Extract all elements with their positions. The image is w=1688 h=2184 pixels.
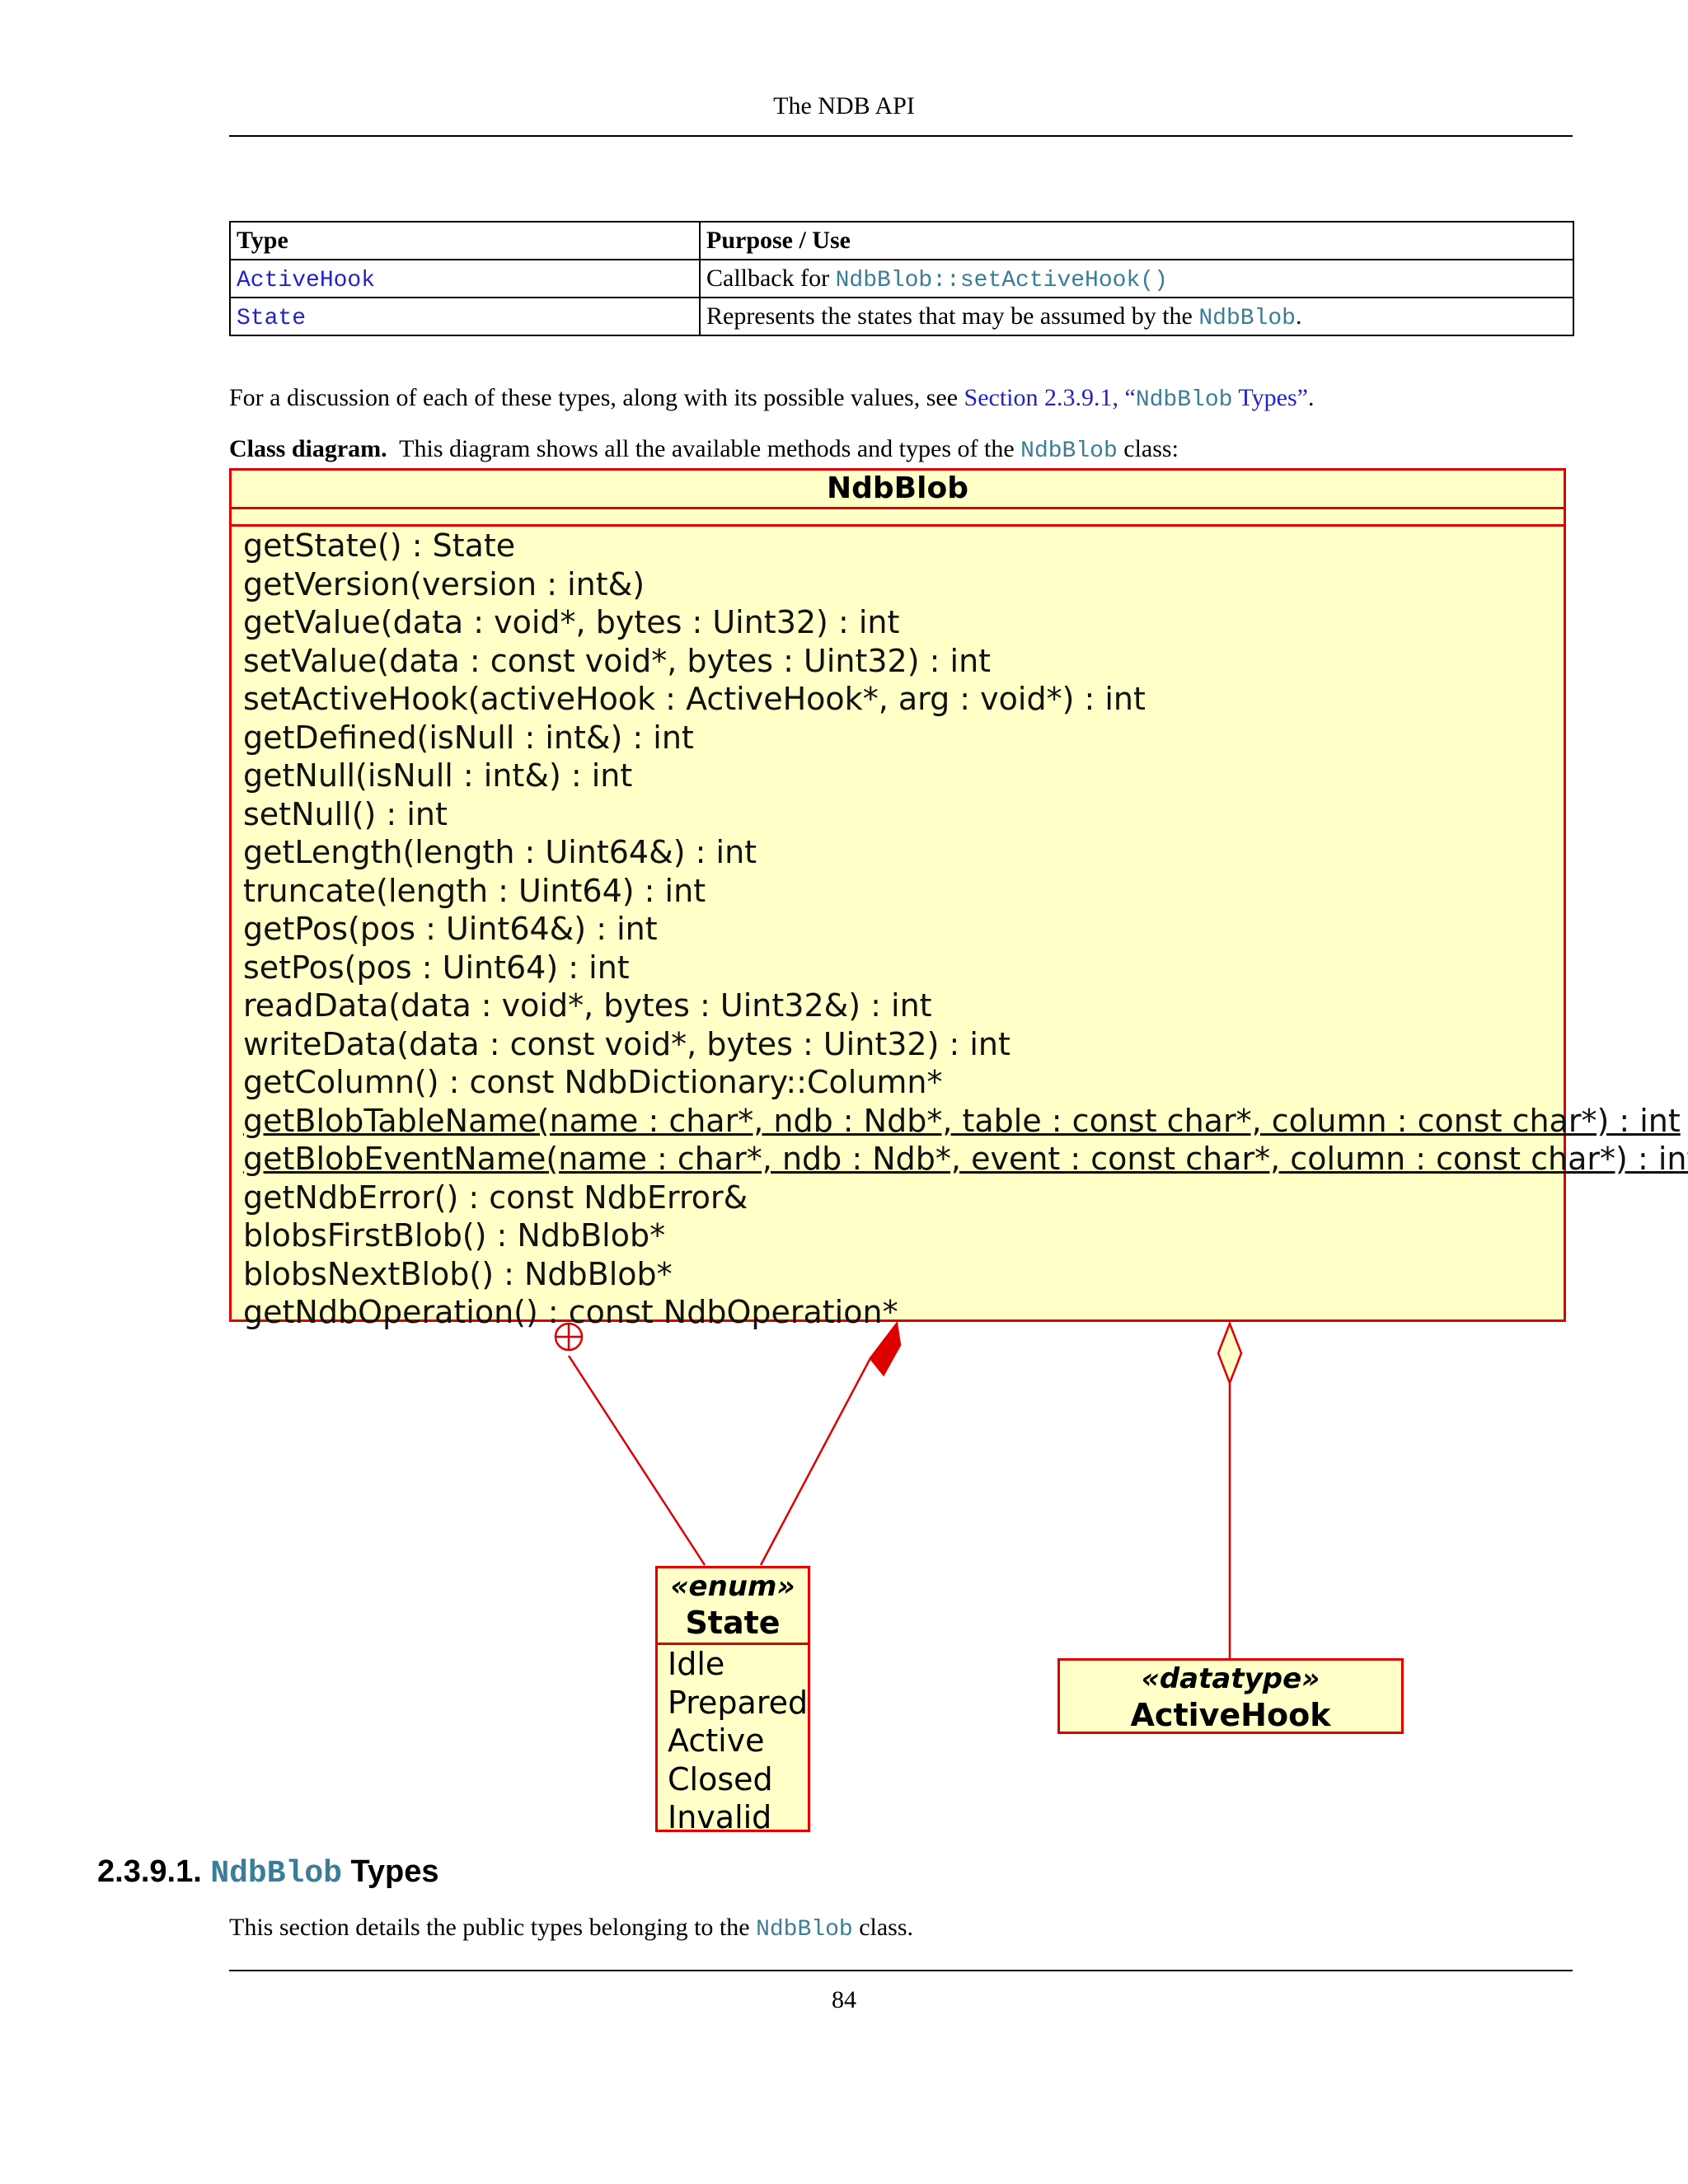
uml-method: setPos(pos : Uint64) : int (243, 949, 630, 986)
section-heading-code: NdbBlob (210, 1856, 342, 1891)
class-diagram-caption: Class diagram. This diagram shows all th… (229, 435, 1179, 464)
section-body: This section details the public types be… (229, 1914, 913, 1943)
table-header-purpose: Purpose / Use (699, 221, 1574, 260)
types-table: Type Purpose / Use ActiveHook Callback f… (229, 221, 1574, 336)
discussion-tail: . (1307, 384, 1315, 411)
section-body-text: This section details the public types be… (229, 1914, 757, 1941)
enum-name: State (685, 1605, 781, 1641)
uml-datatype-activehook: «datatype» ActiveHook (1057, 1658, 1404, 1734)
uml-method: getNull(isNull : int&) : int (243, 757, 633, 794)
uml-enum-state: «enum» State Idle Prepared Active Closed Inv… (655, 1566, 810, 1835)
uml-enum-head: «enum» State (658, 1568, 808, 1645)
section-link[interactable]: Section 2.3.9.1, “NdbBlob Types” (964, 384, 1308, 413)
uml-method: setValue(data : const void*, bytes : Uin… (243, 642, 992, 679)
table-header-row: Type Purpose / Use (229, 221, 1574, 260)
uml-method: setNull() : int (243, 795, 448, 832)
uml-enum-values: Idle Prepared Active Closed Invalid (658, 1645, 808, 1837)
footer-rule (229, 1970, 1573, 1971)
uml-methods-compartment: getState() : State getVersion(version : i… (232, 527, 1688, 1332)
uml-method: getBlobEventName(name : char*, ndb : Ndb… (243, 1141, 1688, 1177)
uml-method: getValue(data : void*, bytes : Uint32) :… (243, 604, 900, 640)
uml-method: getDefined(isNull : int&) : int (243, 719, 694, 756)
uml-class-ndbblob: NdbBlob getState() : State getVersion(ver… (229, 468, 1688, 1330)
enum-value: Idle (668, 1646, 725, 1682)
uml-method: getNdbOperation() : const NdbOperation* (243, 1294, 898, 1330)
type-link-activehook[interactable]: ActiveHook (237, 268, 375, 293)
enum-value: Closed (668, 1760, 773, 1797)
section-link-label: Section 2.3.9.1, “ (964, 384, 1136, 411)
uml-method: blobsFirstBlob() : NdbBlob* (243, 1217, 666, 1254)
table-header-type: Type (229, 221, 701, 260)
table-cell-type: State (229, 297, 701, 336)
uml-method: getState() : State (243, 527, 516, 564)
caption-code: NdbBlob (1020, 438, 1118, 464)
purpose-text: Callback for (706, 264, 836, 292)
section-number: 2.3.9.1. (97, 1854, 202, 1889)
aggregation-diamond-icon (1217, 1320, 1243, 1386)
table-cell-type: ActiveHook (229, 259, 701, 298)
section-heading: 2.3.9.1. NdbBlob Types (97, 1854, 439, 1891)
header-rule (229, 135, 1573, 137)
section-body-code: NdbBlob (756, 1917, 853, 1943)
caption-label: Class diagram. (229, 435, 387, 462)
connector-line (759, 1357, 872, 1566)
table-cell-purpose: Callback for NdbBlob::setActiveHook() (699, 259, 1574, 298)
table-row: State Represents the states that may be … (229, 297, 1574, 336)
uml-method: getBlobTableName(name : char*, ndb : Ndb… (243, 1102, 1681, 1139)
uml-method: truncate(length : Uint64) : int (243, 872, 706, 909)
enum-value: Prepared (668, 1684, 809, 1721)
uml-method: getColumn() : const NdbDictionary::Colum… (243, 1064, 943, 1100)
purpose-code-link[interactable]: NdbBlob::setActiveHook() (836, 268, 1168, 293)
uml-method: getLength(length : Uint64&) : int (243, 834, 757, 870)
uml-method: getVersion(version : int&) (243, 565, 645, 602)
section-link-end: Types” (1232, 384, 1308, 411)
caption-text: This diagram shows all the available met… (399, 435, 1021, 462)
uml-method: getNdbError() : const NdbError& (243, 1179, 748, 1216)
uml-method: writeData(data : const void*, bytes : Ui… (243, 1025, 1010, 1062)
discussion-text: For a discussion of each of these types,… (229, 384, 964, 411)
purpose-code: NdbBlob (1198, 305, 1296, 331)
purpose-text: Represents the states that may be assume… (706, 302, 1199, 330)
section-body-tail: class. (852, 1914, 914, 1941)
table-cell-purpose: Represents the states that may be assume… (699, 297, 1574, 336)
purpose-tail: . (1295, 302, 1302, 330)
discussion-paragraph: For a discussion of each of these types,… (229, 384, 1314, 413)
datatype-name: ActiveHook (1130, 1697, 1331, 1733)
uml-method: setActiveHook(activeHook : ActiveHook*, … (243, 681, 1146, 717)
caption-tail: class: (1117, 435, 1179, 462)
uml-attributes-compartment (232, 509, 1564, 527)
type-link-state[interactable]: State (237, 306, 306, 331)
datatype-stereotype: «datatype» (1141, 1662, 1320, 1695)
enum-stereotype: «enum» (670, 1570, 795, 1603)
page-number: 84 (832, 1986, 856, 2013)
section-link-code: NdbBlob (1135, 387, 1233, 413)
page-header-title: The NDB API (773, 92, 915, 120)
uml-method: readData(data : void*, bytes : Uint32&) … (243, 987, 932, 1024)
enum-value: Invalid (668, 1799, 772, 1835)
enum-value: Active (668, 1722, 765, 1759)
uml-method: getPos(pos : Uint64&) : int (243, 911, 658, 947)
section-heading-title: Types (341, 1854, 439, 1889)
table-row: ActiveHook Callback for NdbBlob::setActi… (229, 259, 1574, 298)
uml-method: blobsNextBlob() : NdbBlob* (243, 1255, 673, 1292)
connector-line (567, 1355, 706, 1566)
uml-class-name: NdbBlob (232, 471, 1564, 509)
